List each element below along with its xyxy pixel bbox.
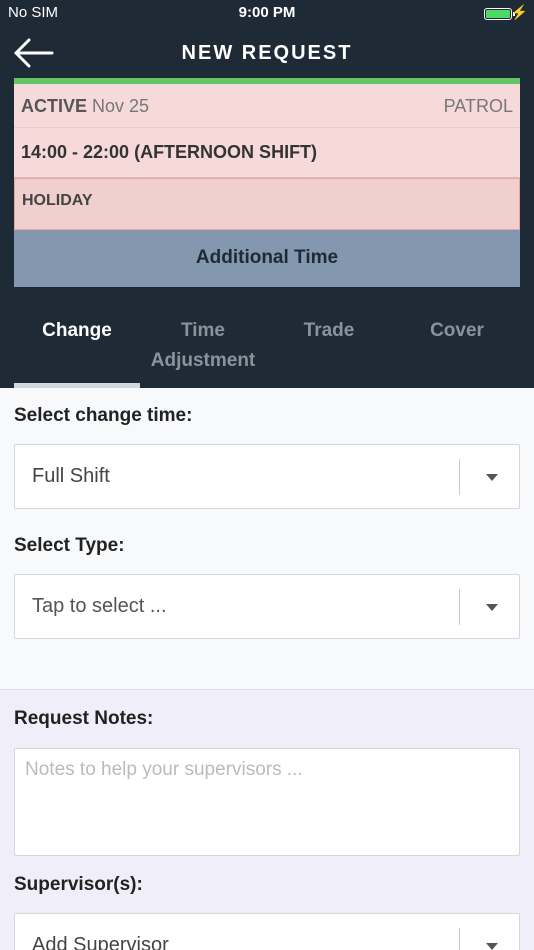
type-label: Select Type:: [14, 535, 125, 556]
supervisors-label: Supervisor(s):: [14, 874, 143, 895]
shift-unit: PATROL: [443, 96, 513, 116]
supervisor-placeholder: Add Supervisor: [32, 934, 169, 950]
additional-time-banner[interactable]: Additional Time: [14, 230, 520, 287]
request-type-tabs: Change Time Adjustment Trade Cover: [14, 308, 520, 388]
select-divider: [459, 459, 460, 495]
request-details: Request Notes: Supervisor(s): Add Superv…: [0, 689, 534, 950]
change-form: Select change time: Full Shift Select Ty…: [0, 388, 534, 690]
chevron-down-icon: [486, 943, 498, 950]
select-divider: [459, 589, 460, 625]
charging-icon: ⚡: [510, 4, 528, 20]
chevron-down-icon: [486, 474, 498, 481]
shift-card: ACTIVE Nov 25 PATROL 14:00 - 22:00 (AFTE…: [14, 78, 520, 287]
additional-time-label: Additional Time: [195, 247, 339, 268]
select-divider: [459, 928, 460, 950]
shift-date: Nov 25: [92, 96, 150, 116]
clock: 9:00 PM: [238, 4, 296, 21]
change-time-label: Select change time:: [14, 405, 193, 426]
tab-cover[interactable]: Cover: [394, 316, 520, 346]
type-placeholder: Tap to select ...: [32, 595, 167, 617]
tab-change[interactable]: Change: [14, 316, 140, 346]
shift-header: ACTIVE Nov 25 PATROL 14:00 - 22:00 (AFTE…: [0, 78, 534, 388]
request-notes-field[interactable]: [14, 748, 520, 856]
shift-time-row: 14:00 - 22:00 (AFTERNOON SHIFT): [14, 128, 520, 178]
status-bar: No SIM 9:00 PM ⚡: [0, 0, 534, 28]
shift-status: ACTIVE: [21, 96, 88, 116]
change-time-select[interactable]: Full Shift: [14, 444, 520, 509]
chevron-down-icon: [486, 604, 498, 611]
type-select[interactable]: Tap to select ...: [14, 574, 520, 639]
shift-type-row: HOLIDAY: [14, 178, 520, 230]
shift-summary-row: ACTIVE Nov 25 PATROL: [14, 84, 520, 128]
nav-bar: NEW REQUEST: [0, 28, 534, 78]
tab-time-adjustment[interactable]: Time Adjustment: [140, 316, 266, 376]
page-title: NEW REQUEST: [181, 42, 353, 64]
shift-type: HOLIDAY: [22, 192, 93, 209]
tab-trade[interactable]: Trade: [266, 316, 392, 346]
change-time-value: Full Shift: [32, 465, 110, 487]
shift-time-range: 14:00 - 22:00 (AFTERNOON SHIFT): [21, 142, 318, 162]
notes-label: Request Notes:: [14, 708, 154, 729]
battery-icon: [484, 8, 515, 20]
supervisor-select[interactable]: Add Supervisor: [14, 913, 520, 950]
